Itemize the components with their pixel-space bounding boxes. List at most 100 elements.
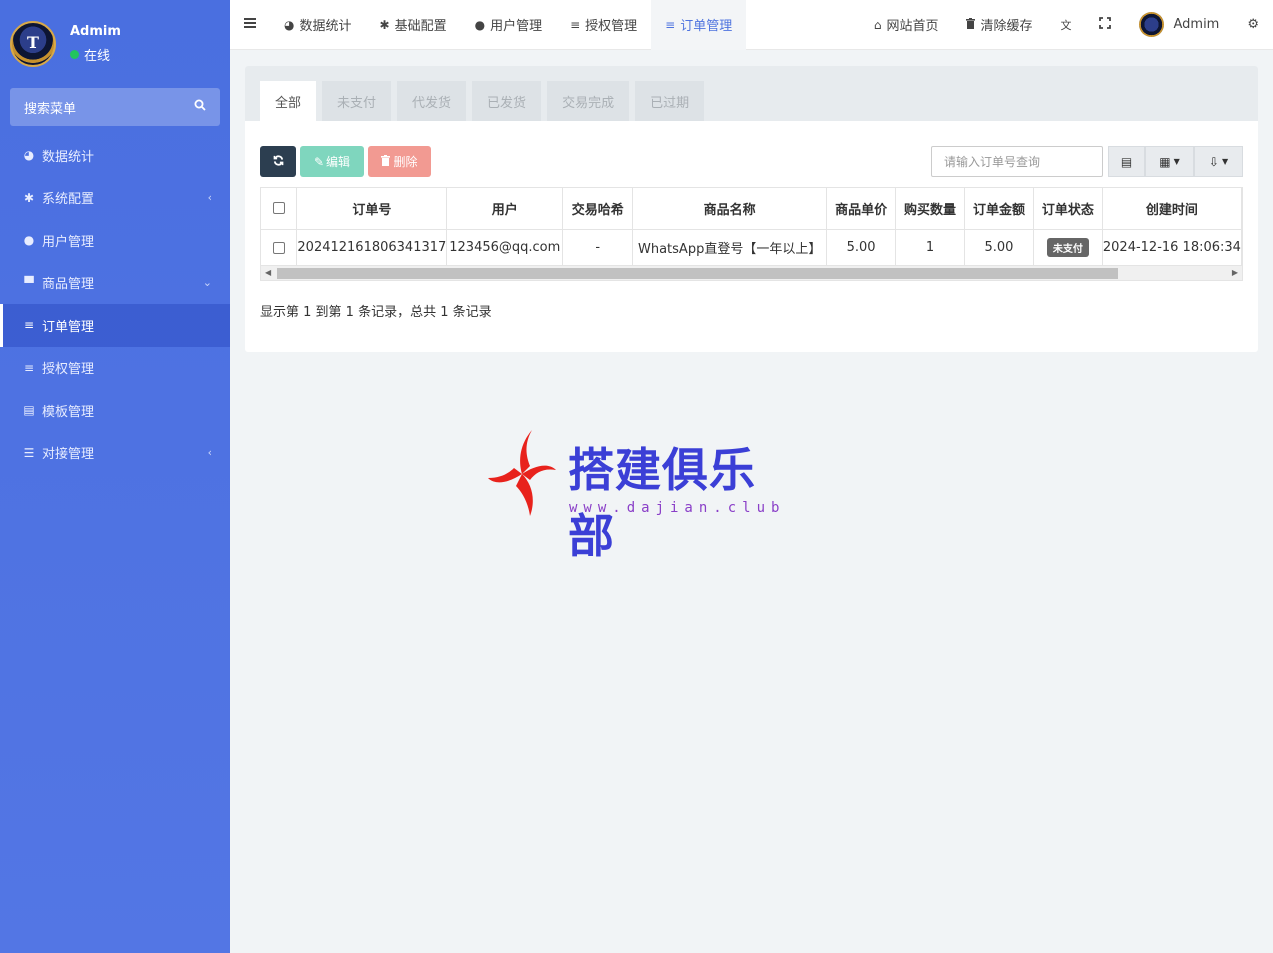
tab-authorization[interactable]: ≡ 授权管理	[556, 0, 651, 50]
sidebar-item-label: 订单管理	[42, 319, 95, 335]
sidebar-item-products[interactable]: ▀ 商品管理 ⌄	[0, 262, 230, 305]
select-all-checkbox[interactable]	[272, 202, 285, 215]
amount-cell: 5.00	[964, 229, 1034, 266]
hamburger-icon	[244, 17, 256, 32]
column-header[interactable]: 购买数量	[895, 188, 965, 230]
sidebar: T Admim 在线 搜索菜单 ◕ 数据统计 ✱ 系统配置 ‹ ● 用户管理 ▀…	[0, 0, 230, 953]
column-header[interactable]: 创建时间	[1102, 188, 1242, 230]
sliders-icon: ☰	[23, 445, 35, 460]
table-header-row: 订单号 用户 交易哈希 商品名称 商品单价 购买数量 订单金额 订单状态 创建时…	[261, 188, 1242, 230]
tab-basic-config[interactable]: ✱ 基础配置	[366, 0, 461, 50]
tab-label: 用户管理	[490, 19, 543, 34]
sidebar-item-system-config[interactable]: ✱ 系统配置 ‹	[0, 177, 230, 220]
edit-label: 编辑	[326, 155, 351, 169]
tab-orders[interactable]: ≡ 订单管理	[651, 0, 747, 50]
clear-cache-label: 清除缓存	[980, 19, 1033, 34]
watermark-logo: 搭建俱乐部 www.dajian.club	[488, 428, 788, 563]
user-icon: ●	[23, 233, 35, 248]
sidebar-item-label: 用户管理	[42, 234, 95, 250]
user-panel: T Admim 在线	[0, 0, 230, 88]
select-all-cell	[261, 188, 298, 230]
pencil-icon: ✎	[313, 154, 325, 169]
toggle-view-button[interactable]: ▤	[1108, 146, 1145, 177]
quantity-cell: 1	[895, 229, 965, 266]
column-header[interactable]: 交易哈希	[562, 188, 634, 230]
pagination-info: 显示第 1 到第 1 条记录，总共 1 条记录	[260, 305, 492, 320]
search-icon	[194, 99, 206, 115]
avatar: T	[10, 21, 56, 67]
sidebar-item-orders[interactable]: ≡ 订单管理	[0, 304, 230, 347]
top-navbar: ◕ 数据统计 ✱ 基础配置 ● 用户管理 ≡ 授权管理 ≡ 订单管理 ⌂ 网站首…	[230, 0, 1273, 50]
tx-hash-cell: -	[562, 229, 634, 266]
sidebar-item-stats[interactable]: ◕ 数据统计	[0, 134, 230, 177]
scroll-right-icon[interactable]: ▶	[1232, 268, 1238, 277]
clear-cache-button[interactable]: 清除缓存	[952, 0, 1046, 50]
status-badge: 在线	[70, 45, 121, 64]
horizontal-scrollbar[interactable]: ◀ ▶	[261, 265, 1242, 280]
home-icon: ⌂	[873, 17, 882, 32]
sidebar-item-authorization[interactable]: ≡ 授权管理	[0, 347, 230, 390]
gears-icon: ⚙	[1247, 17, 1259, 32]
sidebar-menu: ◕ 数据统计 ✱ 系统配置 ‹ ● 用户管理 ▀ 商品管理 ⌄ ≡ 订单管理 ≡…	[0, 134, 230, 474]
dashboard-icon: ◕	[284, 17, 295, 32]
tab-unpaid[interactable]: 未支付	[322, 81, 392, 121]
column-header[interactable]: 商品单价	[826, 188, 897, 230]
column-header[interactable]: 用户	[446, 188, 564, 230]
sidebar-item-users[interactable]: ● 用户管理	[0, 219, 230, 262]
order-search-input[interactable]: 请输入订单号查询	[931, 146, 1103, 177]
gear-icon: ✱	[379, 17, 390, 32]
user-cell: 123456@qq.com	[446, 229, 564, 266]
fullscreen-button[interactable]	[1085, 0, 1125, 50]
list-icon: ≡	[23, 318, 35, 333]
sidebar-item-label: 对接管理	[42, 447, 95, 463]
template-icon: ▤	[23, 403, 35, 418]
gear-icon: ✱	[23, 190, 35, 205]
view-controls: ▤ ▦ ▼ ⇩ ▼	[1108, 146, 1243, 177]
tab-pending-delivery[interactable]: 代发货	[397, 81, 467, 121]
list-icon: ≡	[665, 17, 676, 32]
menu-toggle-button[interactable]	[230, 0, 270, 50]
trash-icon	[381, 154, 391, 169]
column-header[interactable]: 订单号	[296, 188, 448, 230]
scrollbar-thumb[interactable]	[277, 268, 1118, 279]
row-checkbox[interactable]	[272, 241, 285, 254]
avatar	[1139, 12, 1165, 37]
tab-shipped[interactable]: 已发货	[472, 81, 542, 121]
delete-button[interactable]: 删除	[368, 146, 431, 177]
sidebar-search-label: 搜索菜单	[24, 101, 77, 117]
pinwheel-logo-icon	[488, 430, 556, 516]
status-badge: 未支付	[1046, 238, 1089, 258]
online-dot-icon	[70, 50, 79, 59]
list-icon: ≡	[570, 17, 581, 32]
column-header[interactable]: 商品名称	[632, 188, 828, 230]
sidebar-search[interactable]: 搜索菜单	[10, 88, 220, 126]
tab-all[interactable]: 全部	[260, 81, 317, 121]
column-header[interactable]: 订单金额	[964, 188, 1034, 230]
tab-label: 订单管理	[680, 19, 733, 34]
settings-button[interactable]: ⚙	[1233, 0, 1273, 50]
refresh-button[interactable]	[260, 146, 296, 177]
order-no-cell: 202412161806341317	[296, 229, 448, 266]
sidebar-item-templates[interactable]: ▤ 模板管理	[0, 389, 230, 432]
sidebar-item-label: 系统配置	[42, 192, 95, 208]
columns-button[interactable]: ▦ ▼	[1145, 146, 1194, 177]
scroll-left-icon[interactable]: ◀	[265, 268, 271, 277]
home-label: 网站首页	[886, 19, 939, 34]
column-header[interactable]: 订单状态	[1033, 188, 1103, 230]
user-icon: ●	[474, 17, 486, 32]
sidebar-item-integration[interactable]: ☰ 对接管理 ‹	[0, 432, 230, 475]
home-link[interactable]: ⌂ 网站首页	[860, 0, 953, 50]
table-row[interactable]: 202412161806341317 123456@qq.com - Whats…	[261, 229, 1242, 266]
export-button[interactable]: ⇩ ▼	[1194, 146, 1243, 177]
tab-completed[interactable]: 交易完成	[547, 81, 630, 121]
tab-expired[interactable]: 已过期	[635, 81, 705, 121]
chevron-left-icon: ‹	[207, 446, 212, 460]
created-at-cell: 2024-12-16 18:06:34	[1102, 229, 1242, 266]
tab-users[interactable]: ● 用户管理	[461, 0, 557, 50]
edit-button[interactable]: ✎ 编辑	[300, 146, 364, 177]
user-menu[interactable]: Admim	[1125, 0, 1233, 50]
tab-stats[interactable]: ◕ 数据统计	[270, 0, 366, 50]
sidebar-item-label: 数据统计	[42, 149, 95, 165]
language-button[interactable]: 文	[1046, 0, 1085, 50]
row-select-cell	[261, 229, 298, 266]
